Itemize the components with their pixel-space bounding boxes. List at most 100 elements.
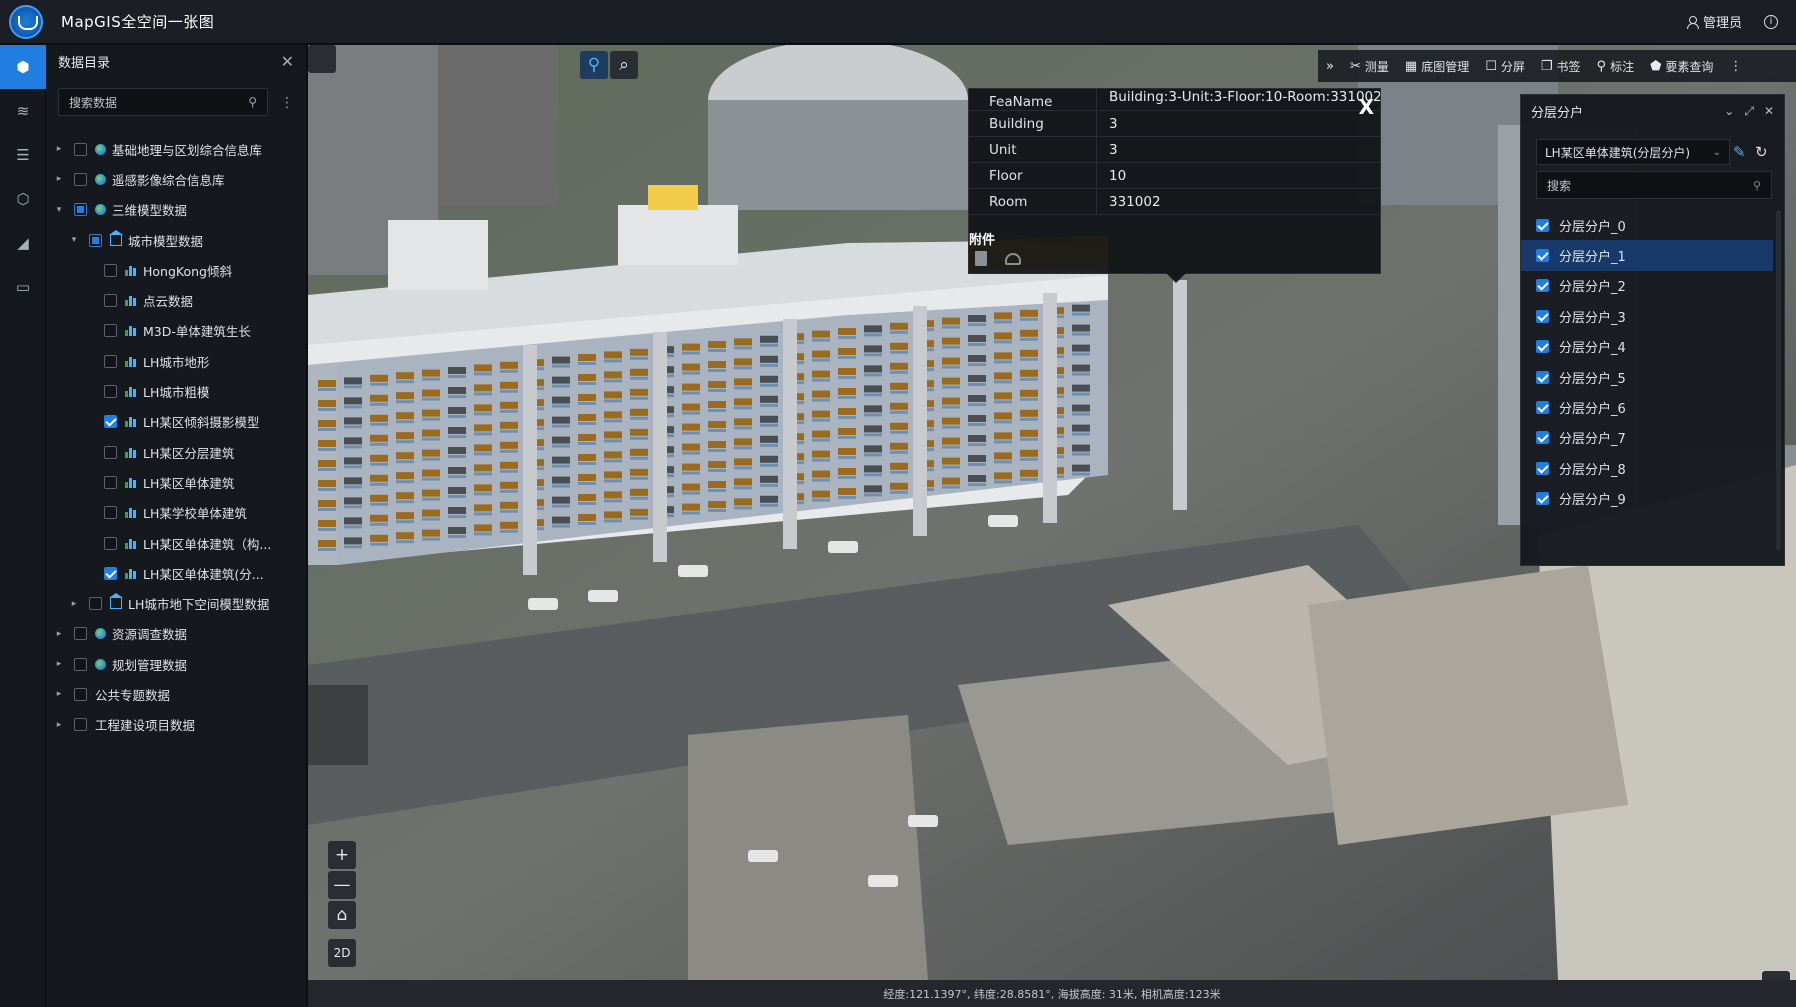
- tree-node[interactable]: LH某区单体建筑（构...: [46, 528, 307, 558]
- tree-node[interactable]: ▸ 遥感影像综合信息库: [46, 164, 307, 194]
- pick-icon[interactable]: ✎: [1733, 143, 1746, 161]
- layer-checkbox[interactable]: [74, 172, 87, 186]
- layer-checkbox[interactable]: [74, 627, 87, 641]
- layer-checkbox[interactable]: [104, 263, 117, 277]
- layer-checkbox[interactable]: [74, 687, 87, 701]
- layer-checkbox[interactable]: [104, 475, 117, 489]
- layer-checkbox[interactable]: [104, 294, 117, 308]
- grid-toggle-icon[interactable]: ▦: [1762, 971, 1790, 980]
- layer-checkbox[interactable]: [89, 597, 102, 611]
- tree-node[interactable]: LH某学校单体建筑: [46, 498, 307, 528]
- catalog-search-input[interactable]: 搜索数据 ⚲: [58, 88, 268, 116]
- close-icon[interactable]: ✕: [1764, 104, 1774, 119]
- layer-checkbox[interactable]: [104, 506, 117, 520]
- split-layer-checkbox[interactable]: [1536, 370, 1549, 384]
- expand-arrow-icon[interactable]: ▸: [69, 599, 79, 609]
- draw-icon[interactable]: ◢: [0, 221, 46, 265]
- search-icon[interactable]: ⚲: [248, 95, 257, 109]
- split-layer-checkbox[interactable]: [1536, 340, 1549, 354]
- split-layer-item[interactable]: 分层分户_3: [1521, 301, 1786, 331]
- layer-checkbox[interactable]: [74, 142, 87, 156]
- layer-checkbox[interactable]: [104, 415, 117, 429]
- shield-icon[interactable]: ⬡: [0, 177, 46, 221]
- location-pin-icon[interactable]: [308, 45, 336, 73]
- tree-node[interactable]: ▸ 公共专题数据: [46, 679, 307, 709]
- layer-checkbox[interactable]: [104, 385, 117, 399]
- layers-icon[interactable]: ≋: [0, 89, 46, 133]
- expand-icon[interactable]: ⤢: [1744, 104, 1754, 119]
- user-menu[interactable]: 管理员: [1686, 12, 1742, 31]
- layer-checkbox[interactable]: [104, 445, 117, 459]
- expand-arrow-icon[interactable]: ▾: [54, 205, 64, 215]
- split-layer-checkbox[interactable]: [1536, 249, 1549, 263]
- split-layer-checkbox[interactable]: [1536, 218, 1549, 232]
- toolbar-item[interactable]: ✂ 测量: [1342, 58, 1397, 75]
- tree-node[interactable]: LH某区倾斜摄影模型: [46, 407, 307, 437]
- tree-node[interactable]: ▸ 规划管理数据: [46, 649, 307, 679]
- tree-node[interactable]: ▸ 基础地理与区划综合信息库: [46, 134, 307, 164]
- popup-close-button[interactable]: X: [1359, 95, 1374, 119]
- layer-checkbox[interactable]: [104, 566, 117, 580]
- tree-node[interactable]: LH某区单体建筑(分...: [46, 558, 307, 588]
- expand-arrow-icon[interactable]: ▸: [54, 144, 64, 154]
- tree-node[interactable]: ▾ 三维模型数据: [46, 195, 307, 225]
- split-layer-item[interactable]: 分层分户_7: [1521, 423, 1786, 453]
- toolbar-item[interactable]: ⋮: [1721, 59, 1750, 74]
- expand-arrow-icon[interactable]: ▸: [54, 629, 64, 639]
- split-layer-item[interactable]: 分层分户_0: [1521, 210, 1786, 240]
- layer-checkbox[interactable]: [89, 233, 102, 247]
- attachment-link-icon[interactable]: [1005, 253, 1021, 265]
- layer-checkbox[interactable]: [74, 657, 87, 671]
- split-layer-checkbox[interactable]: [1536, 401, 1549, 415]
- split-layer-checkbox[interactable]: [1536, 279, 1549, 293]
- layer-checkbox[interactable]: [74, 203, 87, 217]
- toolbar-item[interactable]: ❐ 书签: [1533, 58, 1589, 75]
- tree-node[interactable]: ▸ 资源调查数据: [46, 619, 307, 649]
- list-icon[interactable]: ☰: [0, 133, 46, 177]
- tree-node[interactable]: M3D-单体建筑生长: [46, 316, 307, 346]
- expand-arrow-icon[interactable]: ▸: [54, 720, 64, 730]
- mapgis-logo-icon[interactable]: [9, 4, 43, 39]
- expand-arrow-icon[interactable]: ▸: [54, 174, 64, 184]
- split-layer-item[interactable]: 分层分户_4: [1521, 332, 1786, 362]
- layer-checkbox[interactable]: [104, 324, 117, 338]
- tree-node[interactable]: LH城市粗模: [46, 376, 307, 406]
- split-layer-item[interactable]: 分层分户_8: [1521, 453, 1786, 483]
- layer-list-scrollbar[interactable]: [1776, 210, 1781, 550]
- tree-node[interactable]: HongKong倾斜: [46, 255, 307, 285]
- expand-arrow-icon[interactable]: ▾: [69, 235, 79, 245]
- split-layer-checkbox[interactable]: [1536, 492, 1549, 506]
- more-icon[interactable]: ⋮: [280, 95, 294, 111]
- info-icon[interactable]: i: [1764, 14, 1778, 29]
- split-layer-checkbox[interactable]: [1536, 309, 1549, 323]
- toolbar-item[interactable]: ▦ 底图管理: [1397, 58, 1477, 75]
- toolbar-item[interactable]: ☐ 分屏: [1477, 58, 1533, 75]
- collapse-icon[interactable]: ⌄: [1724, 104, 1734, 119]
- layer-checkbox[interactable]: [104, 354, 117, 368]
- tree-node[interactable]: LH某区单体建筑: [46, 467, 307, 497]
- split-layer-item[interactable]: 分层分户_5: [1521, 362, 1786, 392]
- zoom-out-button[interactable]: —: [328, 871, 356, 899]
- toolbar-item[interactable]: »: [1318, 59, 1342, 74]
- tree-node[interactable]: ▸ 工程建设项目数据: [46, 710, 307, 740]
- layer-select[interactable]: LH某区单体建筑(分层分户) ⌄: [1536, 139, 1730, 165]
- layer-checkbox[interactable]: [74, 718, 87, 732]
- home-button[interactable]: ⌂: [328, 901, 356, 929]
- split-layer-checkbox[interactable]: [1536, 431, 1549, 445]
- search-icon[interactable]: ⚲: [1753, 179, 1761, 192]
- toolbar-item[interactable]: ⚲ 标注: [1589, 58, 1643, 75]
- expand-arrow-icon[interactable]: ▸: [54, 659, 64, 669]
- map-search-button[interactable]: ⌕: [610, 51, 638, 79]
- cube-icon[interactable]: ⬢: [0, 45, 46, 89]
- split-layer-item[interactable]: 分层分户_6: [1521, 392, 1786, 422]
- split-layer-item[interactable]: 分层分户_2: [1521, 271, 1786, 301]
- tree-node[interactable]: ▸ LH城市地下空间模型数据: [46, 588, 307, 618]
- split-layer-item[interactable]: 分层分户_1: [1521, 240, 1773, 271]
- refresh-icon[interactable]: ↻: [1755, 143, 1768, 161]
- locate-button[interactable]: ⚲: [580, 51, 608, 79]
- tree-node[interactable]: 点云数据: [46, 285, 307, 315]
- tree-node[interactable]: LH某区分层建筑: [46, 437, 307, 467]
- screen-icon[interactable]: ▭: [0, 265, 46, 309]
- layer-search-input[interactable]: 搜索 ⚲: [1536, 171, 1772, 199]
- tree-node[interactable]: ▾ 城市模型数据: [46, 225, 307, 255]
